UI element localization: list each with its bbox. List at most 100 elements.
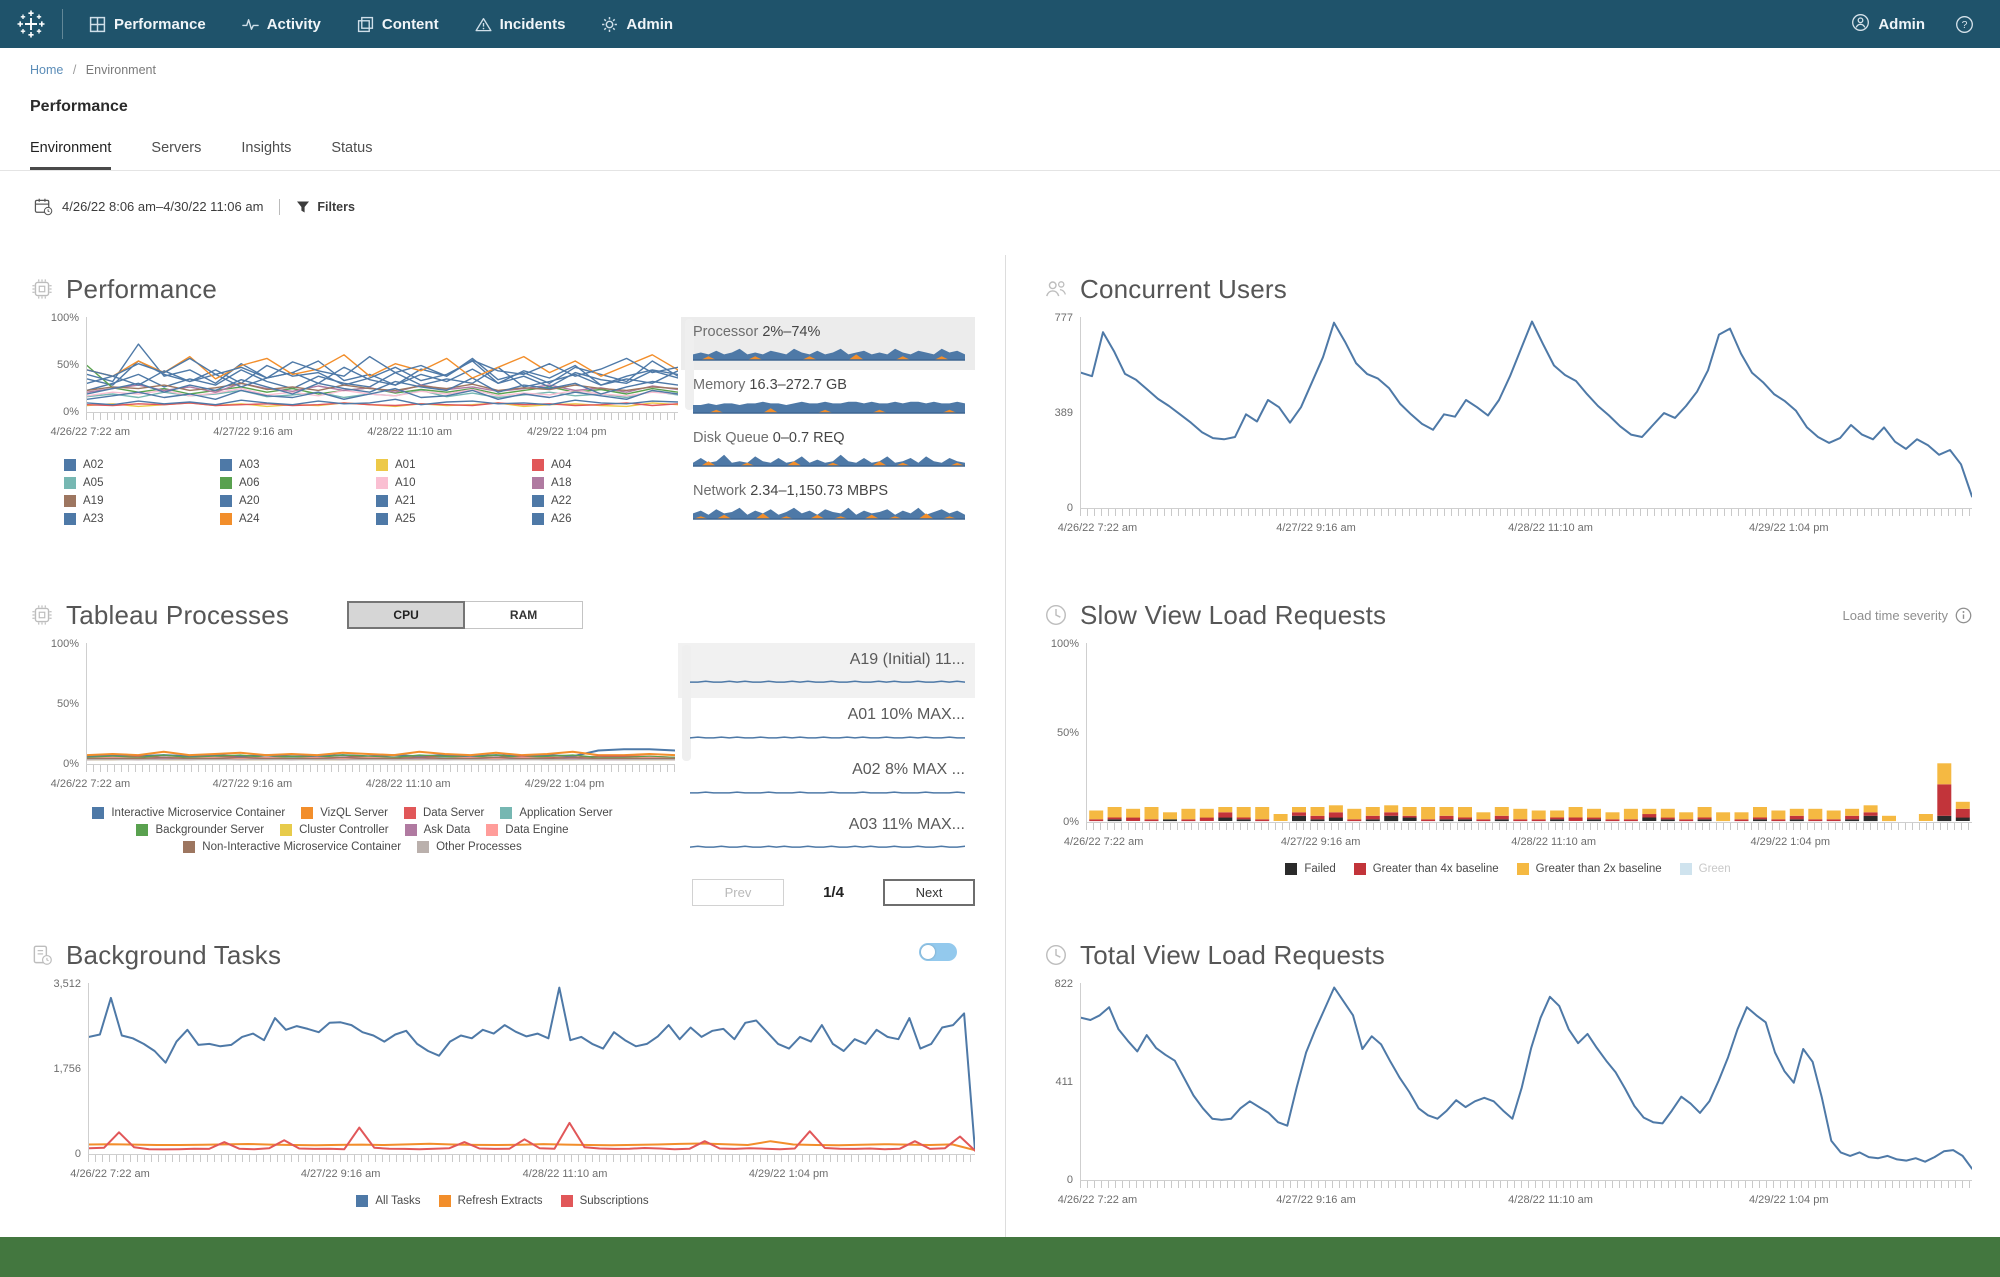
legend-item[interactable]: VizQL Server [301,807,388,819]
x-axis-labels: 4/26/22 7:22 am 4/27/22 9:16 am 4/28/22 11… [70,1168,829,1180]
legend-item[interactable]: A04 [532,459,688,471]
nav-item-activity[interactable]: Activity [241,16,321,33]
process-spark-row[interactable]: A19 (Initial) 11... [678,643,975,698]
tasks-icon [33,945,52,965]
slow-view-load-requests-chart[interactable] [1086,643,1972,823]
legend-item[interactable]: A26 [532,513,688,525]
section-concurrent-users: Concurrent Users 777 389 0 4/26/22 7:22 am… [1044,269,1972,537]
legend-item[interactable]: A23 [64,513,220,525]
nav-item-admin[interactable]: Admin [601,16,673,33]
breadcrumb-home-link[interactable]: Home [30,63,63,77]
legend-item[interactable]: Subscriptions [560,1195,649,1207]
section-title: Performance [66,273,218,304]
x-axis-labels: 4/26/22 7:22 am 4/27/22 9:16 am 4/28/22 11… [1057,1194,1829,1206]
legend-item[interactable]: Failed [1285,863,1336,875]
background-tasks-chart[interactable] [88,983,975,1155]
legend-item[interactable]: Interactive Microservice Container [92,807,285,819]
x-axis-ticks [88,1155,975,1162]
breadcrumb: Home / Environment [30,63,2000,77]
chart-zoom-scrollbar[interactable] [682,645,691,762]
background-tasks-legend: All Tasks Refresh Extracts Subscriptions [30,1195,975,1207]
legend-item[interactable]: Greater than 4x baseline [1353,863,1499,875]
legend-item[interactable]: Non-Interactive Microservice Container [183,841,401,853]
nav-item-incidents[interactable]: Incidents [475,16,565,33]
metric-row-network[interactable]: Network 2.34–1,150.73 MBPS [681,476,975,529]
process-spark-row[interactable]: A03 11% MAX... [678,808,975,863]
legend-item[interactable]: A20 [220,495,376,507]
process-spark-row[interactable]: A02 8% MAX ... [678,753,975,808]
metric-sparkline [693,450,965,467]
process-spark-row[interactable]: A01 10% MAX... [678,698,975,753]
navbar-menu: Performance Activity Content Incidents Admin [89,16,673,33]
legend-item[interactable]: Data Server [403,807,484,819]
legend-item[interactable]: A25 [376,513,532,525]
concurrent-users-chart[interactable] [1080,317,1972,509]
person-icon [1851,13,1870,36]
nav-item-performance[interactable]: Performance [89,16,206,33]
x-axis-ticks [1080,509,1972,516]
tab-environment[interactable]: Environment [30,140,112,170]
section-slow-view-load-requests: Slow View Load Requests Load time severi… [1044,595,1972,875]
legend-item[interactable]: Data Engine [486,824,569,836]
legend-item[interactable]: A18 [532,477,688,489]
background-tasks-toggle[interactable] [919,943,957,961]
tabs-row: Environment Servers Insights Status [0,140,2000,171]
tabs: Environment Servers Insights Status [30,140,2000,170]
tableau-processes-chart[interactable] [86,643,691,765]
legend-item[interactable]: A01 [376,459,532,471]
tableau-logo-icon[interactable] [0,9,62,39]
performance-legend: A02 A03 A01 A04 A05 A06 A10 A18 A19 A20 A21 A22 A23 A… [64,459,678,525]
metric-row-memory[interactable]: Memory 16.3–272.7 GB [681,370,975,423]
legend-item[interactable]: A24 [220,513,376,525]
legend-item[interactable]: Refresh Extracts [438,1195,543,1207]
legend-item[interactable]: Cluster Controller [280,824,389,836]
user-menu[interactable]: Admin [1851,13,1925,36]
legend-item[interactable]: A21 [376,495,532,507]
legend-item[interactable]: All Tasks [356,1195,421,1207]
x-axis-labels: 4/26/22 7:22 am 4/27/22 9:16 am 4/28/22 11… [1057,522,1829,534]
next-button[interactable]: Next [882,879,975,906]
ram-button[interactable]: RAM [465,601,584,629]
metric-sparkline [693,503,965,520]
process-spark-panel: A19 (Initial) 11... A01 10% MAX... A02 8% … [678,643,975,906]
nav-item-content[interactable]: Content [357,16,439,33]
legend-item[interactable]: A19 [64,495,220,507]
tab-servers[interactable]: Servers [151,140,201,170]
legend-item[interactable]: Application Server [500,807,613,819]
legend-item[interactable]: Other Processes [417,841,522,853]
legend-item[interactable]: Green [1679,863,1731,875]
toggle-knob [921,945,935,959]
metric-row-disk-queue[interactable]: Disk Queue 0–0.7 REQ [681,423,975,476]
metric-row-processor[interactable]: Processor 2%–74% [681,317,975,370]
legend-item[interactable]: A06 [220,477,376,489]
x-axis-labels: 4/26/22 7:22 am 4/27/22 9:16 am 4/28/22 11… [50,778,605,790]
legend-item[interactable]: A05 [64,477,220,489]
legend-item[interactable]: Greater than 2x baseline [1516,863,1662,875]
section-title: Slow View Load Requests [1080,599,1387,630]
info-icon[interactable] [1955,607,1972,624]
legend-item[interactable]: Ask Data [404,824,470,836]
legend-item[interactable]: A22 [532,495,688,507]
y-axis-labels: 777 389 0 [1054,312,1073,514]
date-range[interactable]: 4/26/22 8:06 am–4/30/22 11:06 am [62,199,263,214]
tab-status[interactable]: Status [331,140,372,170]
legend-item[interactable]: A10 [376,477,532,489]
section-title: Total View Load Requests [1080,939,1385,970]
users-icon [1046,281,1067,297]
funnel-icon [296,200,317,214]
process-sparkline [690,675,965,688]
tab-insights[interactable]: Insights [241,140,291,170]
total-view-load-requests-chart[interactable] [1080,983,1972,1181]
legend-item[interactable]: A03 [220,459,376,471]
y-axis-labels: 822 411 0 [1054,978,1073,1186]
legend-item[interactable]: A02 [64,459,220,471]
clock-icon [1046,605,1066,625]
chip-icon [32,605,52,625]
prev-button[interactable]: Prev [692,879,784,906]
x-axis-labels: 4/26/22 7:22 am 4/27/22 9:16 am 4/28/22 11… [1063,836,1831,848]
help-icon[interactable]: ? [1955,15,1974,34]
cpu-button[interactable]: CPU [347,601,466,629]
filters-button[interactable]: Filters [296,200,355,214]
legend-item[interactable]: Backgrounder Server [136,824,264,836]
performance-chart[interactable] [86,317,694,413]
